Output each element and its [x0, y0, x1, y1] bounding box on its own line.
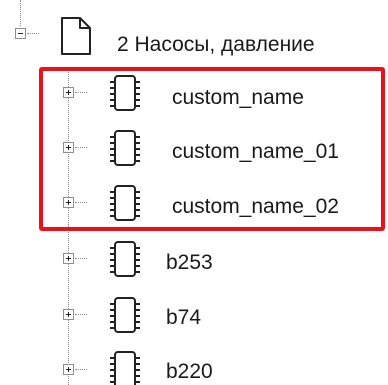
tree-view: 2 Насосы, давление custom_name custom_na… [0, 0, 388, 385]
tree-item-label-root[interactable]: 2 Насосы, давление [117, 33, 315, 57]
chip-icon [110, 297, 140, 333]
tree-connector [75, 258, 87, 259]
chip-icon [110, 351, 140, 385]
tree-connector [75, 369, 87, 370]
expand-toggle[interactable] [63, 253, 74, 264]
tree-connector [75, 314, 87, 315]
document-icon [61, 17, 91, 55]
collapse-toggle-root[interactable] [15, 28, 26, 39]
tree-connector-root [27, 33, 39, 34]
tree-item-label[interactable]: b220 [166, 360, 213, 384]
expand-toggle[interactable] [63, 364, 74, 375]
highlight-box [39, 67, 385, 231]
tree-item-label[interactable]: b253 [166, 251, 213, 275]
tree-line-root [20, 0, 21, 26]
expand-toggle[interactable] [63, 309, 74, 320]
tree-item-label[interactable]: b74 [166, 306, 201, 330]
chip-icon [110, 241, 140, 277]
